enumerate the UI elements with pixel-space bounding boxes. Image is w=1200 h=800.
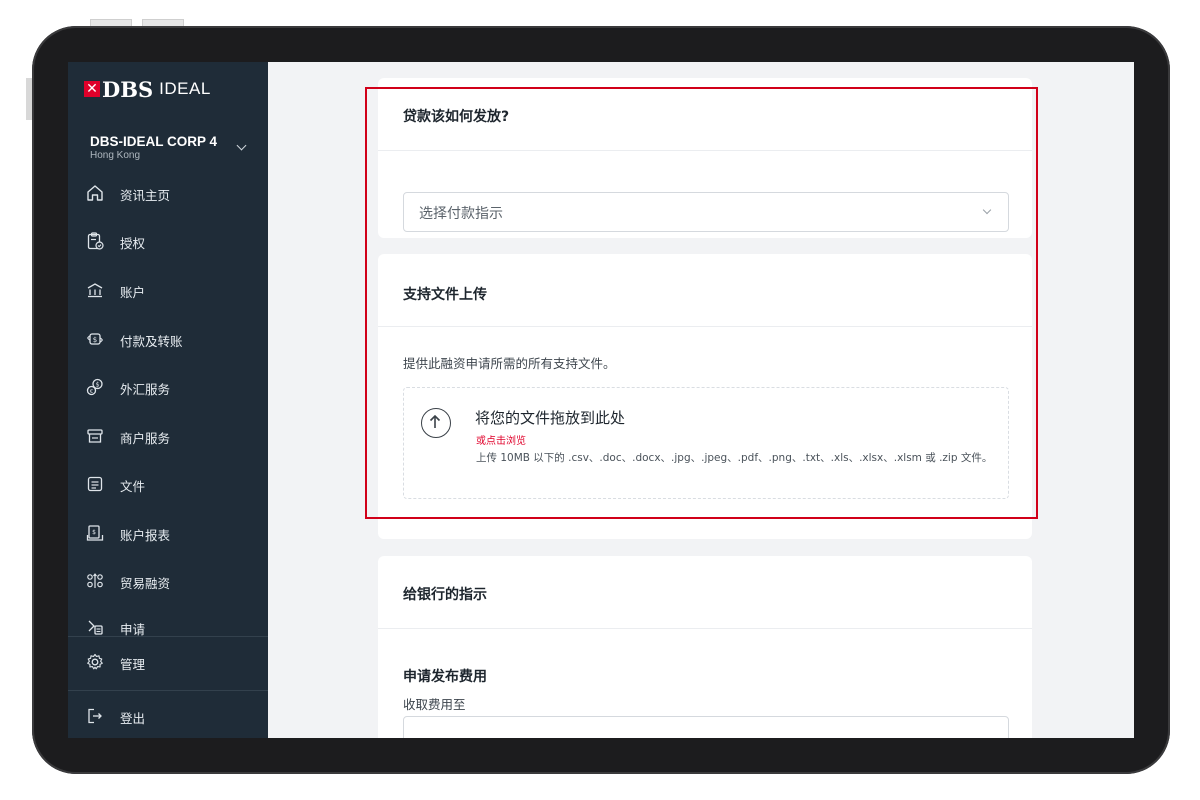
bank-instructions-card: 给银行的指示 申请发布费用 收取费用至: [378, 556, 1032, 738]
sidebar-item-applications[interactable]: 申请: [68, 610, 268, 644]
clipboard-check-icon: [87, 232, 104, 250]
sidebar-item-label: 付款及转账: [120, 334, 183, 349]
fx-icon: $ €: [86, 378, 103, 396]
sidebar-item-statements[interactable]: $ 账户报表: [68, 516, 268, 550]
sidebar-item-label: 授权: [120, 236, 146, 251]
sidebar-item-label: 登出: [120, 711, 146, 726]
report-icon: $: [86, 525, 104, 541]
transfer-icon: $: [87, 333, 103, 345]
sidebar-item-label: 账户: [120, 285, 146, 300]
dbs-x-icon: ✕: [84, 81, 100, 97]
sidebar-item-trade-finance[interactable]: 贸易融资: [68, 564, 268, 598]
logo-sub-text: IDEAL: [159, 79, 211, 98]
fee-charge-select[interactable]: [403, 716, 1009, 738]
sidebar-divider: [68, 636, 268, 637]
bank-instructions-title: 给银行的指示: [403, 587, 487, 603]
sidebar-item-home[interactable]: 资讯主页: [68, 176, 268, 210]
sidebar-item-label: 文件: [120, 479, 146, 494]
sidebar-item-label: 商户服务: [120, 431, 171, 446]
sidebar-item-logout[interactable]: 登出: [68, 699, 268, 733]
application-icon: [88, 620, 103, 635]
logo-main-text: DBS: [102, 76, 154, 102]
gear-icon: [87, 653, 103, 670]
sidebar-item-label: 贸易融资: [120, 576, 171, 591]
svg-text:$: $: [96, 382, 100, 389]
fee-charge-label: 收取费用至: [403, 697, 466, 712]
release-fee-title: 申请发布费用: [403, 669, 487, 685]
sidebar: ✕ DBS IDEAL DBS-IDEAL CORP 4 Hong Kong 资…: [68, 62, 268, 738]
sidebar-item-label: 外汇服务: [120, 382, 171, 397]
home-icon: [87, 185, 103, 201]
sidebar-item-label: 管理: [120, 657, 146, 672]
svg-text:€: €: [90, 389, 94, 395]
dbs-logo[interactable]: ✕ DBS IDEAL: [84, 76, 211, 102]
account-location: Hong Kong: [90, 150, 141, 161]
bank-icon: [87, 283, 103, 298]
sidebar-divider: [68, 690, 268, 691]
account-switcher[interactable]: DBS-IDEAL CORP 4 Hong Kong: [90, 134, 217, 161]
svg-text:$: $: [92, 529, 96, 536]
account-name: DBS-IDEAL CORP 4: [90, 134, 218, 149]
sidebar-item-fx[interactable]: $ € 外汇服务: [68, 370, 268, 404]
card-divider: [378, 628, 1032, 629]
chevron-down-icon[interactable]: [236, 140, 247, 151]
document-icon: [87, 476, 103, 492]
sidebar-item-payments[interactable]: $ 付款及转账: [68, 322, 268, 356]
highlight-frame: [365, 87, 1038, 519]
sidebar-item-authorization[interactable]: 授权: [68, 224, 268, 258]
sidebar-item-label: 账户报表: [120, 528, 171, 543]
sidebar-item-label: 资讯主页: [120, 188, 171, 203]
sidebar-item-manage[interactable]: 管理: [68, 645, 268, 679]
sidebar-item-accounts[interactable]: 账户: [68, 273, 268, 307]
sidebar-item-documents[interactable]: 文件: [68, 467, 268, 501]
logout-icon: [88, 708, 102, 724]
sidebar-item-merchant[interactable]: 商户服务: [68, 419, 268, 453]
merchant-icon: [87, 429, 103, 443]
svg-text:$: $: [93, 336, 97, 344]
trade-finance-icon: [87, 573, 103, 588]
